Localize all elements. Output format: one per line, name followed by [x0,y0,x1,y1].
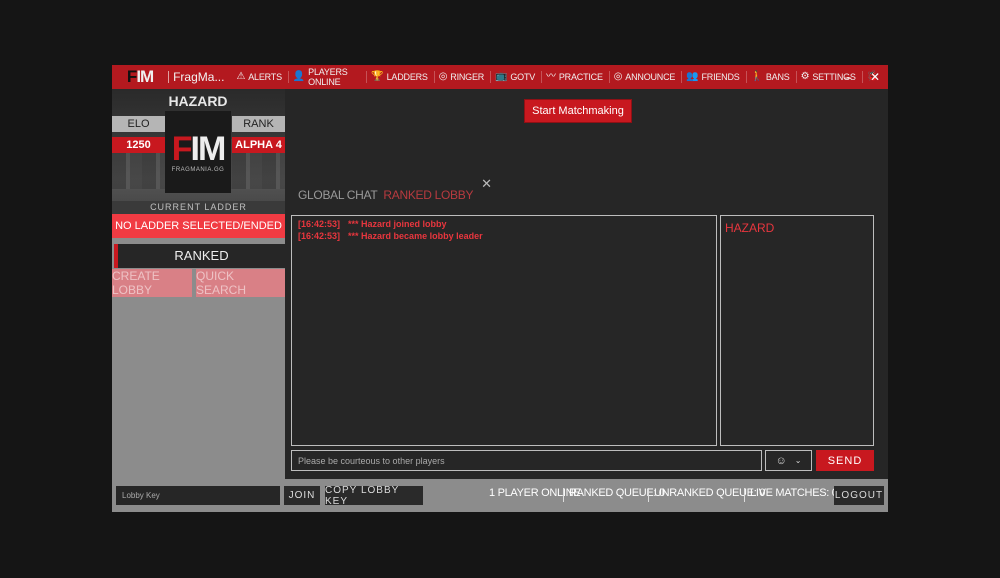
stat-divider [648,488,649,502]
nav-bans[interactable]: 🚶BANS [746,71,796,83]
logo-letters-im: IM [136,67,153,87]
profile-logo-mark: FIM [172,131,225,167]
chevron-down-icon: ⌄ [795,456,802,465]
tab-ranked-lobby[interactable]: RANKED LOBBY [383,188,473,202]
start-matchmaking-button[interactable]: Start Matchmaking [524,99,632,123]
unranked-queue-count: UNRANKED QUEUE: 0 [654,487,765,499]
nav-label: BANS [766,72,790,82]
stat-divider [744,488,745,502]
logo-letter-f: F [127,67,136,87]
player-list-item[interactable]: HAZARD [725,221,869,235]
nav-label: ANNOUNCE [625,72,675,82]
close-button[interactable]: ✕ [862,65,888,89]
nav-ringer[interactable]: ◎RINGER [434,71,490,83]
tv-icon: 📺 [495,72,507,82]
nav-alerts[interactable]: ⚠ALERTS [232,71,287,83]
profile-logo-text: FRAGMANIA.GG [172,167,225,173]
chat-message: [16:42:53] *** Hazard joined lobby [298,218,710,230]
lobby-player-list: HAZARD [720,215,874,446]
nav-label: RINGER [450,72,484,82]
friends-icon: 👥 [686,72,698,82]
tab-global-chat[interactable]: GLOBAL CHAT [298,188,377,202]
players-online-count: 1 PLAYER ONLINE [489,487,580,499]
elo-value: 1250 [112,137,165,153]
nav-label: PLAYERS ONLINE [308,67,360,87]
title-bar: FIM FragMa... ⚠ALERTS 👤PLAYERS ONLINE 🏆 L… [112,65,888,89]
ranked-mode-button[interactable]: RANKED [114,244,285,268]
chat-text: *** Hazard became lobby leader [348,231,483,241]
app-logo: FIM [112,65,168,89]
trophy-icon: 🏆 [371,72,383,82]
players-icon: 👤 [293,72,305,82]
nav-practice[interactable]: 〰PRACTICE [541,71,609,83]
create-lobby-button[interactable]: CREATE LOBBY [112,269,192,297]
nav-label: FRIENDS [701,72,739,82]
minimize-button[interactable]: – [835,65,861,89]
ranked-queue-count: RANKED QUEUE: 0 [569,487,665,499]
nav-label: ALERTS [248,72,282,82]
ladder-status-banner: NO LADDER SELECTED/ENDED [112,214,285,238]
chat-log[interactable]: [16:42:53] *** Hazard joined lobby [16:42… [291,215,717,446]
copy-lobby-key-button[interactable]: COPY LOBBY KEY [325,486,423,505]
lifebuoy-icon: ◎ [439,72,448,82]
nav-gotv[interactable]: 📺GOTV [490,71,541,83]
title-separator [168,71,169,83]
chat-timestamp: [16:42:53] [298,219,340,229]
nav-announce[interactable]: ◎ANNOUNCE [609,71,681,83]
chat-input[interactable]: Please be courteous to other players [291,450,762,471]
profile-name: HAZARD [162,93,234,109]
chat-message: [16:42:53] *** Hazard became lobby leader [298,230,710,242]
chat-tabs: GLOBAL CHAT RANKED LOBBY ✕ [298,186,492,202]
nav-label: LADDERS [387,72,428,82]
close-tab-icon[interactable]: ✕ [481,176,492,192]
lobby-key-input[interactable]: Lobby Key [116,486,280,505]
smiley-icon: ☺ [776,455,787,467]
alert-icon: ⚠ [236,72,245,82]
join-button[interactable]: JOIN [284,486,320,505]
sidebar: HAZARD ELO 1250 RANK ALPHA 4 FIM FRAGMAN… [112,89,285,485]
rank-label: RANK [232,116,285,132]
nav-label: PRACTICE [559,72,603,82]
nav-friends[interactable]: 👥FRIENDS [681,71,745,83]
app-window: FIM FragMa... ⚠ALERTS 👤PLAYERS ONLINE 🏆L… [112,65,888,512]
profile-logo: FIM FRAGMANIA.GG [165,111,231,193]
stat-divider [563,488,564,502]
profile-logo-im: IM [191,130,225,168]
nav-label: GOTV [510,72,535,82]
live-matches-count: LIVE MATCHES: 0 [750,487,838,499]
quick-search-button[interactable]: QUICK SEARCH [196,269,285,297]
current-ladder-label: CURRENT LADDER [112,201,285,214]
bans-icon: 🚶 [751,72,763,82]
rank-value: ALPHA 4 [232,137,285,153]
chat-timestamp: [16:42:53] [298,231,340,241]
nav-ladders[interactable]: 🏆 LADDERS [366,71,433,83]
app-title: FragMa... [173,70,224,84]
chat-text: *** Hazard joined lobby [348,219,447,229]
profile-logo-f: F [172,130,191,168]
gear-icon: ⚙ [801,72,810,82]
elo-label: ELO [112,116,165,132]
logout-button[interactable]: LOGOUT [834,486,884,505]
top-nav: ⚠ALERTS 👤PLAYERS ONLINE 🏆LADDERS ◎RINGER… [232,71,888,83]
emoji-picker[interactable]: ☺ ⌄ [765,450,812,471]
pulse-icon: 〰 [546,72,556,82]
announce-icon: ◎ [614,72,623,82]
nav-players-online[interactable]: 👤PLAYERS ONLINE [288,71,366,83]
send-button[interactable]: SEND [816,450,874,471]
bottom-bar: Lobby Key JOIN COPY LOBBY KEY 1 PLAYER O… [112,479,888,512]
profile-card: HAZARD ELO 1250 RANK ALPHA 4 FIM FRAGMAN… [112,89,285,201]
